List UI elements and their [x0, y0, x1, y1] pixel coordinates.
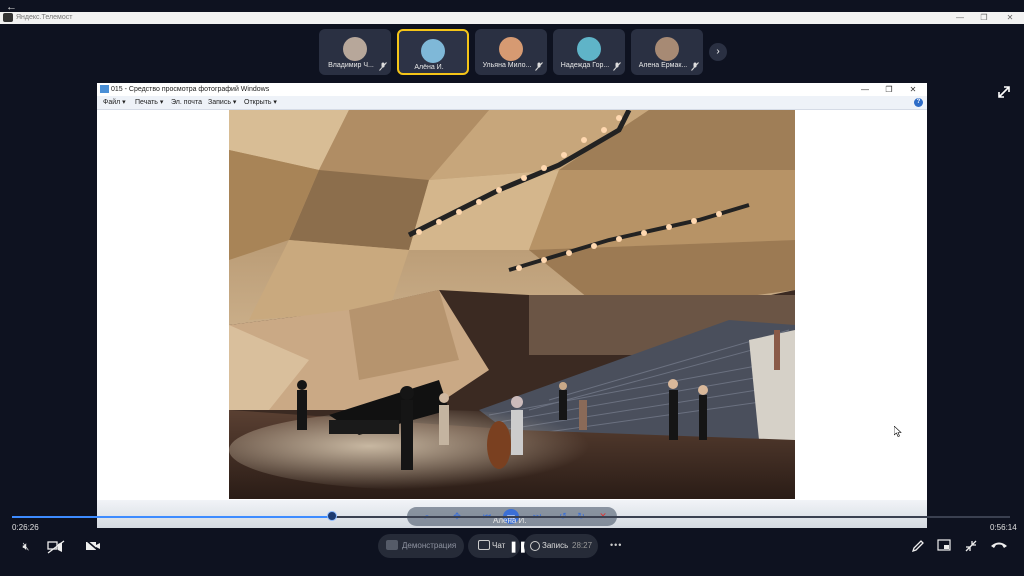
record-icon [530, 541, 540, 551]
picture-in-picture-icon[interactable] [935, 539, 953, 555]
demonstration-button[interactable]: Демонстрация [378, 534, 464, 558]
participant-tile[interactable]: Надежда Гор... [553, 29, 625, 75]
participant-tile[interactable]: Ульяна Мило... [475, 29, 547, 75]
chat-icon [478, 540, 490, 550]
record-button[interactable]: Запись 28:27 [524, 534, 598, 558]
progress-knob[interactable] [327, 511, 337, 521]
collapse-icon[interactable] [962, 539, 980, 555]
back-button[interactable]: ← [6, 2, 20, 13]
maximize-button[interactable]: ❐ [976, 12, 992, 24]
viewer-menu-bar: Файл ▾ Печать ▾ Эл. почта Запись ▾ Откры… [97, 96, 927, 110]
minimize-button[interactable]: — [952, 12, 968, 24]
mic-muted-icon [535, 62, 543, 71]
mic-muted-icon [379, 62, 387, 71]
screen-share-icon [386, 540, 398, 550]
concert-hall-photo [229, 110, 795, 499]
participant-name: Алена Ермак... [638, 62, 688, 69]
menu-print[interactable]: Печать ▾ [135, 96, 163, 109]
participant-tile[interactable]: Алена Ермак... [631, 29, 703, 75]
next-participants-button[interactable]: › [709, 43, 727, 61]
progress-fill [12, 516, 332, 518]
mouse-cursor-icon [893, 424, 902, 437]
record-time: 28:27 [572, 541, 593, 550]
volume-mute-icon[interactable]: 🔇︎ [17, 539, 35, 555]
camera-off-icon[interactable] [84, 539, 102, 555]
viewer-title-bar: 015 - Средство просмотра фотографий Wind… [97, 83, 927, 96]
telemost-title-bar: Яндекс.Телемост — ❐ ✕ [0, 12, 1024, 24]
total-time: 0:56:14 [990, 523, 1017, 532]
photo-viewer-icon [100, 85, 109, 93]
close-button[interactable]: ✕ [1002, 12, 1018, 24]
viewer-minimize-button[interactable]: — [853, 83, 877, 96]
participant-tile[interactable]: Владимир Ч... [319, 29, 391, 75]
more-options-icon[interactable]: ••• [610, 540, 622, 550]
participant-name: Владимир Ч... [328, 62, 374, 69]
avatar [343, 37, 367, 61]
viewer-title: 015 - Средство просмотра фотографий Wind… [111, 86, 270, 93]
app-title: Яндекс.Телемост [16, 14, 73, 21]
chat-label: Чат [492, 541, 506, 550]
participant-name: Ульяна Мило... [482, 62, 532, 69]
menu-file[interactable]: Файл ▾ [103, 96, 126, 109]
end-call-icon[interactable] [990, 539, 1008, 555]
viewer-maximize-button[interactable]: ❐ [877, 83, 901, 96]
participant-name: Надежда Гор... [560, 62, 610, 69]
mic-muted-icon [613, 62, 621, 71]
menu-open[interactable]: Открыть ▾ [244, 96, 277, 109]
viewer-close-button[interactable]: ✕ [901, 83, 925, 96]
help-icon[interactable]: ? [914, 98, 923, 107]
microphone-muted-icon[interactable] [47, 539, 65, 555]
menu-burn[interactable]: Запись ▾ [208, 96, 236, 109]
participant-name: Алёна И. [414, 64, 444, 71]
participant-tile[interactable]: Алёна И. [397, 29, 469, 75]
avatar [499, 37, 523, 61]
telemost-logo-icon [3, 13, 13, 22]
demonstration-label: Демонстрация [402, 541, 457, 550]
pencil-icon[interactable] [909, 539, 927, 555]
avatar [421, 39, 445, 63]
fullscreen-icon[interactable] [996, 84, 1012, 100]
menu-email[interactable]: Эл. почта [171, 96, 202, 109]
avatar [655, 37, 679, 61]
current-time: 0:26:26 [12, 523, 39, 532]
record-label: Запись [542, 541, 569, 550]
avatar [577, 37, 601, 61]
mic-muted-icon [691, 62, 699, 71]
